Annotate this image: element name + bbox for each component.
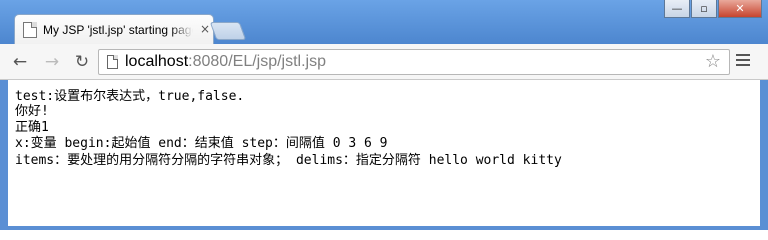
text-line: 你好! [15, 104, 49, 119]
browser-toolbar: ← → ↻ localhost:8080/EL/jsp/jstl.jsp ☆ [0, 44, 768, 80]
title-bar: My JSP 'jstl.jsp' starting page × — ▫ ✕ [0, 0, 768, 44]
url-path: :8080/EL/jsp/jstl.jsp [188, 53, 327, 70]
bookmark-star-icon[interactable]: ☆ [703, 52, 723, 72]
text-line: x:变量 begin:起始值 end：结束值 step：间隔值 0 3 6 9 [15, 136, 388, 151]
text-line: test:设置布尔表达式，true,false. [15, 89, 245, 104]
page-favicon-icon [23, 22, 37, 38]
minimize-button[interactable]: — [664, 0, 690, 18]
window-controls: — ▫ ✕ [663, 0, 762, 20]
close-window-button[interactable]: ✕ [718, 0, 762, 18]
tab-title: My JSP 'jstl.jsp' starting page [43, 23, 193, 37]
back-button[interactable]: ← [10, 52, 30, 72]
page-content: test:设置布尔表达式，true,false. 你好! 正确1 x:变量 be… [8, 80, 760, 226]
frame-right [760, 80, 768, 230]
forward-button[interactable]: → [42, 52, 62, 72]
page-icon [107, 55, 118, 69]
new-tab-button[interactable] [209, 22, 247, 40]
text-line: items：要处理的用分隔符分隔的字符串对象； delims：指定分隔符 hel… [15, 153, 562, 168]
maximize-button[interactable]: ▫ [691, 0, 717, 18]
address-bar[interactable]: localhost:8080/EL/jsp/jstl.jsp ☆ [98, 49, 730, 75]
menu-icon[interactable] [736, 54, 750, 68]
tab-close-icon[interactable]: × [199, 23, 211, 35]
frame-left [0, 80, 8, 230]
browser-tab[interactable]: My JSP 'jstl.jsp' starting page × [14, 14, 214, 44]
browser-window: My JSP 'jstl.jsp' starting page × — ▫ ✕ … [0, 0, 768, 230]
url-text[interactable]: localhost:8080/EL/jsp/jstl.jsp [125, 52, 326, 72]
text-line: 正确1 [15, 120, 49, 135]
frame-bottom [0, 226, 768, 230]
reload-button[interactable]: ↻ [72, 52, 92, 72]
url-host: localhost [125, 53, 189, 70]
